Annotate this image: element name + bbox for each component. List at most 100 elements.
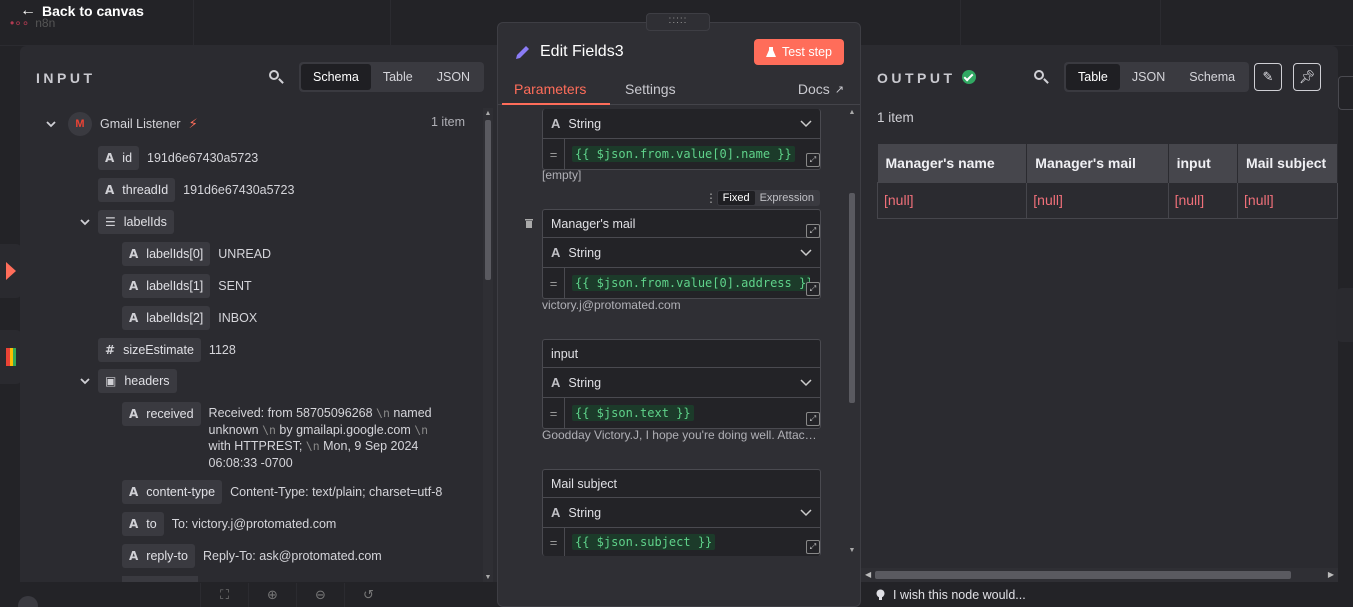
input-view-schema[interactable]: Schema [301,64,371,90]
chevron-down-icon[interactable] [46,119,56,129]
scroll-down-icon[interactable]: ▼ [483,572,493,582]
edit-output-button[interactable]: ✎ [1254,63,1282,91]
scroll-down-icon[interactable]: ▼ [847,545,857,555]
expand-icon[interactable]: ⤢ [806,412,820,426]
table-cell[interactable]: [null] [1026,181,1169,219]
drag-handle[interactable]: ::::: [646,13,710,31]
gmail-icon [6,348,16,366]
mode-expression[interactable]: Expression [755,191,819,205]
input-view-switch: Schema Table JSON [299,62,485,92]
field-pill[interactable]: Areceived [122,402,201,426]
search-icon[interactable] [268,69,284,85]
field-pill[interactable]: AlabelIds[0] [122,242,211,266]
flask-icon [765,46,776,58]
column-header[interactable]: Mail subject [1237,144,1338,182]
value-expression[interactable]: = {{ $json.subject }} ⤢ [543,528,820,556]
output-view-json[interactable]: JSON [1120,64,1177,90]
scroll-up-icon[interactable]: ▲ [847,107,857,117]
more-options-icon[interactable]: ⋮ [705,191,717,205]
tab-parameters[interactable]: Parameters [514,81,586,97]
schema-field[interactable]: ☰ labelIds [80,210,174,234]
field-pill[interactable]: AthreadId [98,178,176,202]
fit-view-icon[interactable]: ⛶ [200,583,248,607]
schema-field[interactable]: AthreadId 191d6e67430a5723 [98,178,294,202]
chevron-down-icon[interactable] [80,217,90,227]
field-pill[interactable]: AlabelIds[2] [122,306,211,330]
input-view-json[interactable]: JSON [425,64,482,90]
node-row[interactable]: M Gmail Listener ⚡ [46,112,198,136]
docs-link[interactable]: Docs ↗ [798,81,844,97]
output-hscrollbar[interactable]: ◀ ▶ [861,568,1338,582]
field-pill[interactable]: Ato [122,512,164,536]
input-title: INPUT [36,70,96,86]
tab-settings[interactable]: Settings [625,81,676,97]
type-select[interactable]: A String [543,109,820,139]
zoom-out-icon[interactable]: ⊖ [296,583,344,607]
table-cell[interactable]: [null] [1237,181,1338,219]
schema-field[interactable]: Areply-to Reply-To: ask@protomated.com [122,544,382,568]
next-node-tab[interactable] [1336,288,1353,342]
node-name: Gmail Listener [100,117,181,131]
field-name-input[interactable]: Manager's mail [543,210,820,238]
output-view-table[interactable]: Table [1066,64,1120,90]
field-pill[interactable]: ☰ labelIds [98,210,174,234]
scroll-up-icon[interactable]: ▲ [483,108,493,118]
expand-icon[interactable]: ⤢ [806,540,820,554]
expand-icon[interactable]: ⤢ [806,153,820,167]
feedback-prompt[interactable]: I wish this node would... [876,588,1026,602]
test-step-button[interactable]: Test step [753,39,844,65]
expand-icon[interactable]: ⤢ [806,224,820,238]
edit-scrollbar[interactable]: ▲ ▼ [847,107,857,555]
string-type-icon: A [551,116,561,131]
schema-field[interactable]: AlabelIds[0] UNREAD [122,242,271,266]
value-expression[interactable]: = {{ $json.from.value[0].name }} ⤢ [543,139,820,169]
schema-field[interactable]: # sizeEstimate 1128 [98,338,236,362]
table-cell[interactable]: [null] [876,181,1028,219]
field-pill[interactable]: Aid [98,146,140,170]
schema-field[interactable]: Aid 191d6e67430a5723 [98,146,258,170]
type-select[interactable]: A String [543,238,820,268]
schema-field[interactable]: Ato To: victory.j@protomated.com [122,512,336,536]
field-pill[interactable]: Areply-to [122,544,195,568]
search-icon[interactable] [1033,69,1049,85]
field-pill[interactable]: ▣ headers [98,369,177,393]
gmail-node-tab[interactable] [0,330,22,384]
schema-field[interactable]: ▣ headers [80,369,177,393]
scroll-left-icon[interactable]: ◀ [865,570,871,579]
node-title[interactable]: Edit Fields3 [540,43,624,61]
value-expression[interactable]: = {{ $json.from.value[0].address }} ⤢ [543,268,820,298]
value-expression[interactable]: = {{ $json.text }} ⤢ [543,398,820,428]
column-header[interactable]: Manager's mail [1026,144,1169,182]
output-view-schema[interactable]: Schema [1177,64,1247,90]
column-header[interactable]: Manager's name [877,144,1028,182]
field-pill[interactable]: AlabelIds[1] [122,274,211,298]
field-name-input[interactable]: Mail subject [543,470,820,498]
schema-field[interactable]: AlabelIds[2] INBOX [122,306,257,330]
zoom-in-icon[interactable]: ⊕ [248,583,296,607]
type-select[interactable]: A String [543,498,820,528]
schema-field[interactable]: Acontent-type Content-Type: text/plain; … [122,480,442,504]
column-header[interactable]: input [1168,144,1239,182]
chevron-down-icon[interactable] [80,376,90,386]
input-view-table[interactable]: Table [371,64,425,90]
mode-fixed[interactable]: Fixed [717,191,755,205]
gmail-icon: M [68,112,92,136]
schema-field[interactable]: AlabelIds[1] SENT [122,274,252,298]
type-select[interactable]: A String [543,368,820,398]
pin-data-button[interactable]: 📌︎ [1293,63,1321,91]
assignment-field: Mail subject A String = {{ $json.subject … [542,469,821,556]
field-pill[interactable]: # sizeEstimate [98,338,201,362]
schema-field[interactable]: Areceived Received: from 58705096268 \n … [122,402,444,471]
input-scrollbar[interactable]: ▲ ▼ [483,108,493,582]
expand-icon[interactable]: ⤢ [806,282,820,296]
field-pill[interactable]: Acontent-type [122,480,223,504]
table-cell[interactable]: [null] [1167,181,1239,219]
result-hint: victory.j@protomated.com [542,298,681,312]
edit-tabs: Parameters Settings Docs ↗ [498,73,860,105]
trash-icon[interactable] [524,216,534,228]
field-name-input[interactable]: input [543,340,820,368]
scroll-right-icon[interactable]: ▶ [1328,570,1334,579]
back-to-canvas-button[interactable]: ← Back to canvas [20,2,144,20]
undo-icon[interactable]: ↺ [344,583,392,607]
previous-node-tab[interactable] [0,244,22,298]
